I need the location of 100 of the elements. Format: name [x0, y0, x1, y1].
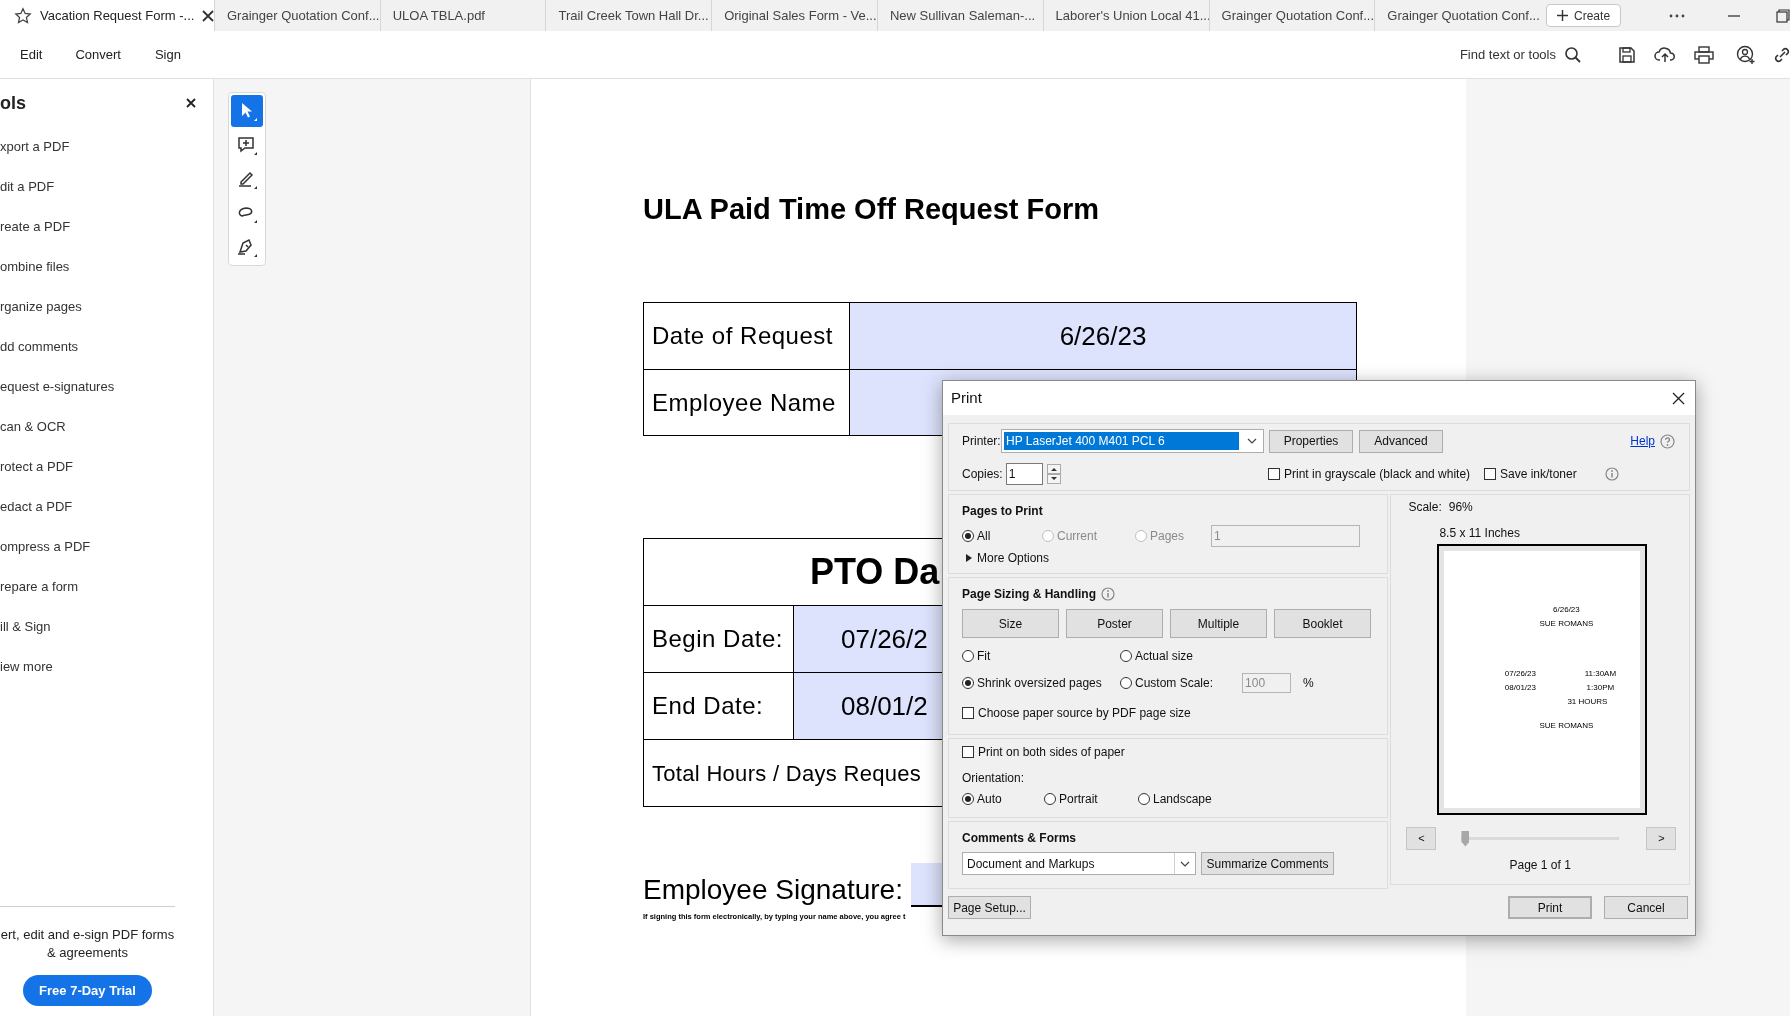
close-icon[interactable] — [1672, 391, 1685, 405]
page-setup-button[interactable]: Page Setup... — [948, 896, 1031, 919]
page-slider[interactable] — [1461, 829, 1620, 848]
sizing-button[interactable]: Booklet — [1274, 609, 1371, 638]
sizing-button[interactable]: Poster — [1066, 609, 1163, 638]
tool-item[interactable]: can & OCR — [0, 407, 213, 447]
add-user-icon[interactable] — [1736, 44, 1756, 65]
preview-text: 1:30PM — [1586, 683, 1615, 693]
scale-value: 96% — [1448, 499, 1473, 513]
checkbox-label: Save ink/toner — [1500, 466, 1577, 483]
more-icon[interactable] — [1669, 13, 1686, 18]
radio-label: Shrink oversized pages — [977, 675, 1102, 692]
free-trial-button[interactable]: Free 7-Day Trial — [23, 975, 152, 1006]
close-icon[interactable] — [186, 98, 196, 108]
tool-item[interactable]: rotect a PDF — [0, 447, 213, 487]
info-icon[interactable] — [1101, 587, 1115, 601]
radio-label: Fit — [977, 648, 991, 665]
menu-item[interactable]: Sign — [143, 44, 192, 65]
tool-item[interactable]: xport a PDF — [0, 127, 213, 167]
chevron-down-icon[interactable] — [1180, 860, 1190, 867]
tool-item[interactable]: edact a PDF — [0, 487, 213, 527]
tool-item[interactable]: dit a PDF — [0, 167, 213, 207]
radio-label: Auto — [977, 791, 1002, 808]
tool-item[interactable]: ombine files — [0, 247, 213, 287]
dropdown-value: Document and Markups — [967, 855, 1096, 873]
radio-button[interactable] — [962, 793, 974, 805]
chevron-down-icon[interactable] — [1247, 438, 1257, 444]
preview-text: 11:30AM — [1584, 669, 1617, 679]
table-heading: PTO Da — [810, 550, 940, 594]
radio-button[interactable] — [962, 530, 974, 542]
find-tools-link[interactable]: Find text or tools — [1459, 44, 1556, 65]
tool-item[interactable]: equest e-signatures — [0, 367, 213, 407]
radio-button[interactable] — [962, 677, 974, 689]
preview-text: 08/01/23 — [1504, 683, 1536, 693]
comments-dropdown[interactable]: Document and Markups — [962, 852, 1196, 875]
tool-item[interactable]: repare a form — [0, 567, 213, 607]
orientation-label: Orientation: — [962, 770, 1026, 784]
radio-button[interactable] — [1138, 793, 1150, 805]
checkbox[interactable] — [962, 707, 974, 719]
checkbox[interactable] — [1484, 468, 1496, 480]
advanced-button[interactable]: Advanced — [1359, 429, 1443, 453]
radio-button[interactable] — [1120, 650, 1132, 662]
cloud-upload-icon[interactable] — [1654, 45, 1676, 64]
more-options-toggle[interactable]: More Options — [966, 550, 1388, 566]
copies-field[interactable]: 1 — [1005, 463, 1043, 485]
tool-item[interactable]: dd comments — [0, 327, 213, 367]
printer-icon[interactable] — [1694, 45, 1714, 64]
summarize-comments-button[interactable]: Summarize Comments — [1201, 852, 1334, 875]
create-button[interactable]: Create — [1546, 4, 1622, 27]
info-icon[interactable] — [1605, 467, 1619, 481]
promo-text: ert, edit and e-sign PDF forms & agreements — [0, 926, 175, 962]
properties-button[interactable]: Properties — [1269, 429, 1353, 453]
cancel-button[interactable]: Cancel — [1604, 896, 1688, 919]
menu-item[interactable]: Edit — [10, 44, 53, 65]
radio-button[interactable] — [962, 650, 974, 662]
save-icon[interactable] — [1618, 45, 1636, 64]
printer-dropdown[interactable]: HP LaserJet 400 M401 PCL 6 — [1001, 429, 1264, 453]
printer-label: Printer: — [962, 433, 1000, 450]
copies-label: Copies: — [962, 466, 1003, 483]
radio-label: All — [977, 528, 991, 545]
radio-label: Portrait — [1059, 791, 1098, 808]
star-icon[interactable] — [14, 6, 32, 25]
close-icon[interactable] — [202, 9, 215, 22]
sizing-button[interactable]: Multiple — [1170, 609, 1267, 638]
checkbox-label: Choose paper source by PDF page size — [978, 705, 1191, 722]
radio-label: Pages — [1150, 528, 1185, 545]
tool-item[interactable]: rganize pages — [0, 287, 213, 327]
group-title: Comments & Forms — [962, 830, 1078, 845]
menu-item[interactable]: Convert — [64, 44, 132, 65]
panel-title: ols — [0, 91, 26, 115]
sizing-button[interactable]: Size — [962, 609, 1059, 638]
form-field[interactable]: 6/26/23 — [850, 303, 1356, 369]
tool-item[interactable]: reate a PDF — [0, 207, 213, 247]
restore-icon[interactable] — [1776, 8, 1790, 23]
spinner-icon[interactable] — [1046, 464, 1061, 484]
radio-label: Landscape — [1153, 791, 1212, 808]
help-icon[interactable] — [1660, 433, 1675, 449]
radio-button[interactable] — [1044, 793, 1056, 805]
preview-text: SUE ROMANS — [1539, 619, 1594, 629]
radio-label: Custom Scale: — [1135, 675, 1214, 692]
checkbox[interactable] — [962, 746, 974, 758]
expand-arrow-icon — [966, 554, 972, 562]
tool-item[interactable]: iew more — [0, 647, 213, 687]
print-button[interactable]: Print — [1508, 896, 1592, 919]
tool-item[interactable]: ill & Sign — [0, 607, 213, 647]
group-title: Pages to Print — [962, 503, 1044, 518]
group-title: Page Sizing & Handling — [962, 586, 1096, 603]
slider-thumb[interactable] — [1461, 830, 1470, 847]
selected-printer: HP LaserJet 400 M401 PCL 6 — [1004, 432, 1239, 450]
help-link[interactable]: Help — [1630, 432, 1655, 450]
checkbox-label: Print on both sides of paper — [978, 744, 1125, 761]
document-tab[interactable]: Vacation Request Form -... — [0, 0, 214, 31]
search-icon[interactable] — [1564, 45, 1582, 64]
link-icon[interactable] — [1774, 45, 1790, 64]
radio-button[interactable] — [1120, 677, 1132, 689]
radio-label: Actual size — [1135, 648, 1194, 665]
checkbox[interactable] — [1268, 468, 1280, 480]
previous-page-button[interactable]: < — [1406, 827, 1437, 850]
tool-item[interactable]: ompress a PDF — [0, 527, 213, 567]
next-page-button[interactable]: > — [1646, 827, 1677, 850]
